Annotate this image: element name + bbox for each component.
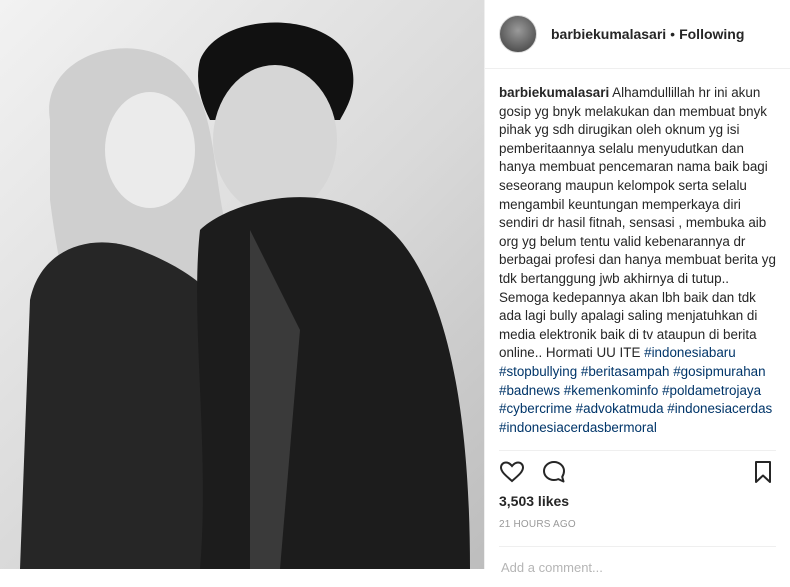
hashtag-link[interactable]: #gosipmurahan — [673, 364, 765, 379]
speech-bubble-icon — [543, 461, 565, 483]
face-right — [213, 65, 337, 215]
hashtag-link[interactable]: #cybercrime — [499, 401, 572, 416]
post-photo — [0, 0, 484, 569]
header-separator: • — [670, 26, 676, 42]
face-left — [105, 92, 195, 208]
bookmark-icon — [755, 461, 771, 483]
post-side-panel: barbiekumalasari • Following barbiekumal… — [484, 0, 790, 576]
jacket-right — [197, 197, 470, 569]
header-username[interactable]: barbiekumalasari — [551, 26, 666, 42]
comment-box — [499, 546, 780, 587]
hashtag-link[interactable]: #beritasampah — [581, 364, 670, 379]
comment-button[interactable] — [541, 459, 567, 485]
avatar[interactable] — [499, 15, 537, 53]
hashtag-link[interactable]: #poldametrojaya — [662, 383, 761, 398]
caption-username[interactable]: barbiekumalasari — [499, 85, 609, 100]
hashtag-link[interactable]: #indonesiacerdas — [667, 401, 772, 416]
hashtag-link[interactable]: #advokatmuda — [576, 401, 664, 416]
like-button[interactable] — [499, 459, 525, 485]
comment-input[interactable] — [499, 559, 780, 576]
following-button[interactable]: Following — [679, 26, 744, 42]
caption-text: Alhamdullillah hr ini akun gosip yg bnyk… — [499, 85, 776, 361]
hashtag-link[interactable]: #indonesiacerdasbermoral — [499, 420, 657, 435]
hashtag-link[interactable]: #indonesiabaru — [644, 345, 736, 360]
post-header: barbiekumalasari • Following — [485, 0, 790, 69]
post-timestamp[interactable]: 21 HOURS AGO — [499, 519, 576, 530]
photo-illustration — [20, 22, 470, 569]
post-caption: barbiekumalasari Alhamdullillah hr ini a… — [485, 69, 790, 449]
heart-outline-icon — [500, 461, 524, 483]
save-button[interactable] — [750, 459, 776, 485]
likes-count[interactable]: 3,503 likes — [499, 493, 569, 509]
hashtag-link[interactable]: #stopbullying — [499, 364, 577, 379]
hashtag-link[interactable]: #badnews — [499, 383, 560, 398]
hashtag-link[interactable]: #kemenkominfo — [564, 383, 659, 398]
action-bar — [499, 450, 776, 493]
